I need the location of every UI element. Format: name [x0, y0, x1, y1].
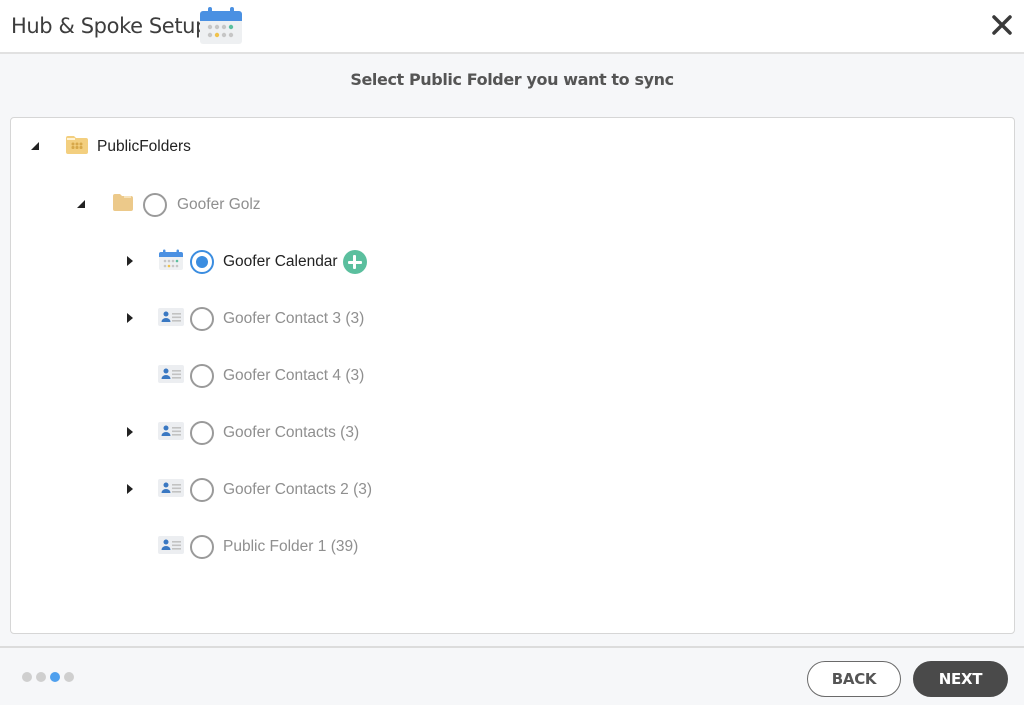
folder-tree: PublicFolders Goofer Golz Goofer Calenda… — [10, 117, 1015, 634]
folder-icon — [113, 194, 133, 216]
tree-node-group[interactable]: Goofer Golz — [113, 190, 261, 220]
contact-card-icon — [158, 364, 184, 389]
select-radio[interactable] — [190, 307, 214, 331]
caret-collapsed-icon — [127, 484, 133, 494]
contact-card-icon — [158, 421, 184, 446]
expand-toggle[interactable] — [125, 255, 139, 269]
close-button[interactable] — [988, 11, 1016, 39]
calendar-icon — [158, 249, 184, 276]
public-folder-icon — [65, 135, 89, 160]
tree-item[interactable]: Goofer Calendar — [158, 247, 367, 277]
select-radio[interactable] — [190, 535, 214, 559]
expand-toggle-group[interactable] — [75, 198, 89, 212]
tree-node-root[interactable]: PublicFolders — [65, 132, 191, 162]
step-dot — [22, 672, 32, 682]
select-radio[interactable] — [190, 421, 214, 445]
tree-item[interactable]: Goofer Contacts (3) — [158, 418, 359, 448]
step-dot — [36, 672, 46, 682]
caret-collapsed-icon — [127, 427, 133, 437]
expand-toggle[interactable] — [125, 312, 139, 326]
contact-card-icon — [158, 535, 184, 560]
select-radio[interactable] — [190, 364, 214, 388]
tree-item-label: Goofer Contact 3 (3) — [223, 310, 365, 327]
select-radio[interactable] — [190, 478, 214, 502]
tree-item[interactable]: Public Folder 1 (39) — [158, 532, 358, 562]
caret-expanded-icon — [77, 200, 85, 208]
step-dot-current — [50, 672, 60, 682]
tree-node-label: Goofer Golz — [177, 196, 261, 213]
tree-item[interactable]: Goofer Contact 3 (3) — [158, 304, 364, 334]
contact-card-icon — [158, 478, 184, 503]
caret-collapsed-icon — [127, 256, 133, 266]
back-button[interactable]: BACK — [807, 661, 901, 697]
caret-collapsed-icon — [127, 313, 133, 323]
select-radio[interactable] — [143, 193, 167, 217]
dialog-header: Hub & Spoke Setup — [0, 0, 1024, 54]
instruction-heading: Select Public Folder you want to sync — [350, 70, 674, 89]
expand-toggle-root[interactable] — [29, 140, 43, 154]
expand-toggle[interactable] — [125, 483, 139, 497]
calendar-icon — [199, 7, 243, 50]
step-indicator — [22, 672, 74, 682]
next-button[interactable]: NEXT — [913, 661, 1008, 697]
select-radio-selected[interactable] — [190, 250, 214, 274]
tree-item-label: Goofer Contacts 2 (3) — [223, 481, 373, 498]
tree-node-label: PublicFolders — [97, 138, 191, 155]
caret-expanded-icon — [31, 142, 39, 150]
tree-item[interactable]: Goofer Contacts 2 (3) — [158, 475, 372, 505]
close-icon[interactable] — [988, 11, 1016, 39]
add-button[interactable] — [342, 250, 367, 274]
dialog-footer: BACK NEXT — [0, 646, 1024, 705]
step-dot — [64, 672, 74, 682]
tree-item-label: Public Folder 1 (39) — [223, 538, 359, 555]
expand-toggle[interactable] — [125, 426, 139, 440]
tree-item[interactable]: Goofer Contact 4 (3) — [158, 361, 364, 391]
dialog-title: Hub & Spoke Setup — [11, 14, 208, 38]
contact-card-icon — [158, 307, 184, 332]
tree-item-label: Goofer Calendar — [223, 253, 338, 270]
tree-item-label: Goofer Contacts (3) — [223, 424, 360, 441]
tree-item-label: Goofer Contact 4 (3) — [223, 367, 365, 384]
